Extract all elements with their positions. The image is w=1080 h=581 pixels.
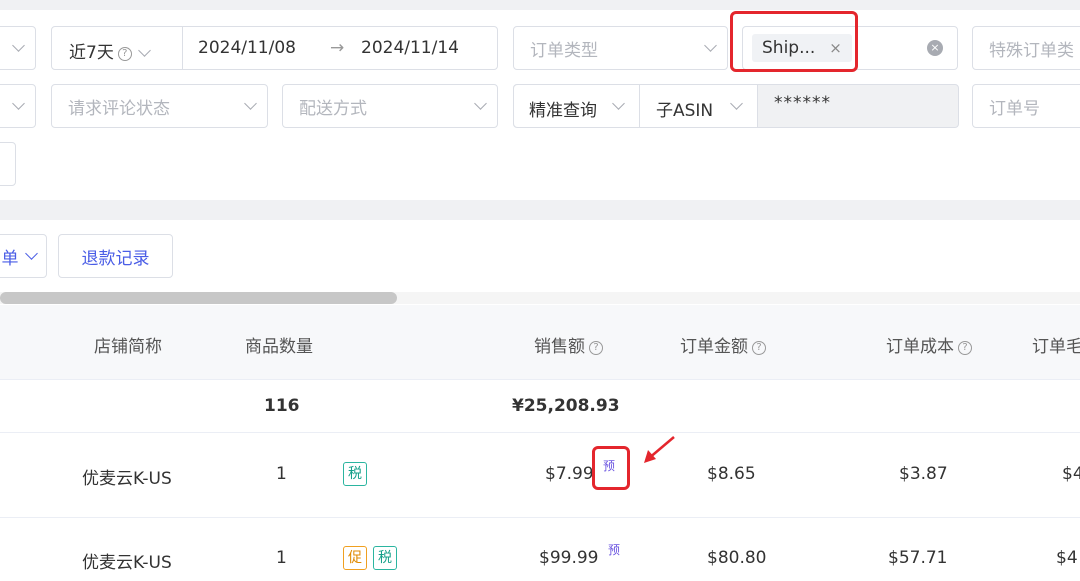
sales-value: $99.99 bbox=[539, 548, 599, 568]
review-status-select[interactable]: 请求评论状态 bbox=[51, 84, 268, 128]
date-divider bbox=[182, 27, 183, 69]
search-value-input[interactable]: ****** bbox=[774, 93, 831, 113]
order-type-select[interactable]: 订单类型 bbox=[513, 26, 728, 70]
arrow-annotation-icon bbox=[644, 436, 675, 463]
order-cost-value: $3.87 bbox=[899, 464, 948, 484]
chevron-down-icon bbox=[612, 97, 625, 110]
order-number-input[interactable]: 订单号 bbox=[972, 84, 1080, 128]
summary-sales: ¥25,208.93 bbox=[512, 396, 620, 416]
header-order-margin: 订单毛 bbox=[1032, 337, 1080, 357]
scrollbar-thumb[interactable] bbox=[0, 292, 397, 304]
order-margin-value: $4 bbox=[1062, 464, 1080, 484]
quantity-value: 1 bbox=[276, 548, 287, 568]
left-partial-select-2[interactable] bbox=[0, 84, 36, 128]
date-end[interactable]: 2024/11/14 bbox=[361, 38, 459, 58]
review-status-placeholder: 请求评论状态 bbox=[68, 98, 170, 119]
chevron-down-icon bbox=[730, 97, 743, 110]
tax-badge: 税 bbox=[343, 462, 367, 486]
quantity-value: 1 bbox=[276, 464, 287, 484]
header-store: 店铺简称 bbox=[94, 337, 162, 357]
special-order-select[interactable]: 特殊订单类 bbox=[972, 26, 1080, 70]
left-partial-button[interactable] bbox=[0, 142, 16, 186]
header-order-cost-label: 订单成本 bbox=[886, 337, 954, 357]
query-mode-label: 精准查询 bbox=[529, 101, 597, 121]
store-name: 优麦云K-US bbox=[82, 469, 172, 489]
search-group: 精准查询 子ASIN ****** bbox=[513, 84, 959, 128]
chevron-down-icon bbox=[244, 97, 257, 110]
shipping-method-placeholder: 配送方式 bbox=[299, 98, 367, 119]
search-field-label: 子ASIN bbox=[656, 101, 714, 121]
help-icon: ? bbox=[958, 341, 972, 355]
date-preset[interactable]: 近7天? bbox=[69, 38, 151, 63]
special-order-placeholder: 特殊订单类 bbox=[989, 40, 1074, 61]
shipping-method-select[interactable]: 配送方式 bbox=[282, 84, 498, 128]
header-order-amount: 订单金额? bbox=[680, 332, 766, 357]
estimate-label: 预 bbox=[608, 543, 621, 557]
store-name: 优麦云K-US bbox=[82, 553, 172, 573]
date-arrow-icon: → bbox=[330, 38, 345, 58]
chevron-down-icon bbox=[12, 39, 25, 52]
chevron-down-icon bbox=[704, 39, 717, 52]
chevron-down-icon bbox=[474, 97, 487, 110]
highlight-box-tag bbox=[730, 11, 858, 72]
order-type-placeholder: 订单类型 bbox=[530, 40, 598, 61]
search-field-select[interactable]: 子ASIN bbox=[640, 85, 758, 127]
order-margin-value: $4 bbox=[1056, 548, 1078, 568]
help-icon: ? bbox=[752, 341, 766, 355]
query-mode-select[interactable]: 精准查询 bbox=[514, 85, 640, 127]
chevron-down-icon bbox=[12, 97, 25, 110]
export-dropdown-button[interactable]: 单 bbox=[0, 234, 47, 278]
date-preset-label: 近7天 bbox=[69, 43, 114, 63]
refund-records-label: 退款记录 bbox=[81, 248, 150, 269]
order-amount-value: $8.65 bbox=[707, 464, 756, 484]
promo-badge: 促 bbox=[343, 546, 367, 570]
tax-badge: 税 bbox=[373, 546, 397, 570]
header-order-cost: 订单成本? bbox=[886, 332, 972, 357]
header-sales: 销售额? bbox=[534, 332, 603, 357]
order-amount-value: $80.80 bbox=[707, 548, 767, 568]
sales-value: $7.99 bbox=[545, 464, 594, 484]
order-number-placeholder: 订单号 bbox=[989, 98, 1040, 119]
header-sales-label: 销售额 bbox=[534, 337, 585, 357]
order-cost-value: $57.71 bbox=[888, 548, 948, 568]
left-partial-select[interactable] bbox=[0, 26, 36, 70]
date-start[interactable]: 2024/11/08 bbox=[198, 38, 296, 58]
highlight-box-estimate bbox=[592, 446, 630, 490]
export-dropdown-label: 单 bbox=[1, 248, 19, 269]
chevron-down-icon bbox=[137, 44, 151, 57]
header-order-amount-label: 订单金额 bbox=[680, 337, 748, 357]
chevron-down-icon bbox=[24, 246, 38, 260]
date-range-picker[interactable]: 近7天? 2024/11/08 → 2024/11/14 bbox=[51, 26, 498, 70]
summary-quantity: 116 bbox=[264, 396, 300, 416]
help-icon: ? bbox=[117, 47, 132, 61]
refund-records-button[interactable]: 退款记录 bbox=[58, 234, 173, 278]
header-quantity: 商品数量 bbox=[245, 337, 313, 357]
help-icon: ? bbox=[589, 341, 603, 355]
clear-icon[interactable]: × bbox=[927, 40, 943, 56]
